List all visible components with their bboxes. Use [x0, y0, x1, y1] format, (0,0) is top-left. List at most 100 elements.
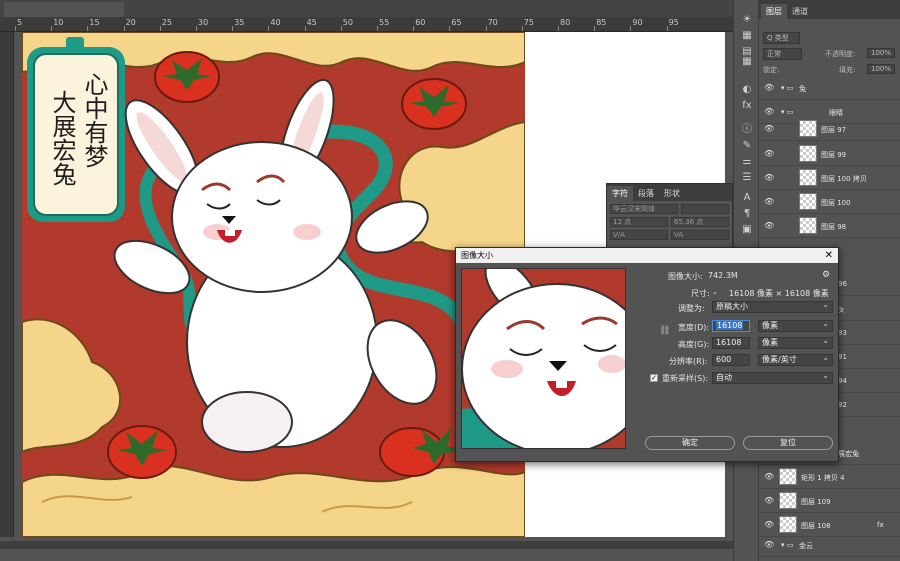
adjustments-icon[interactable]: ◐	[741, 84, 753, 96]
reset-button[interactable]: 复位	[743, 436, 833, 450]
persimmon-top-right	[401, 78, 467, 130]
eye-icon[interactable]: 👁	[764, 149, 774, 158]
layer-row[interactable]: 👁 矩形 1 拷贝 4	[759, 465, 900, 489]
blend-mode-select[interactable]: 正常	[763, 48, 802, 60]
folder-icon[interactable]: ▾ ▭	[781, 108, 793, 116]
fill-field[interactable]: 100%	[867, 64, 896, 74]
width-field[interactable]: 16108	[712, 320, 750, 332]
width-unit-select[interactable]: 像素	[758, 319, 833, 332]
preview-rabbit-svg	[462, 269, 625, 448]
ruler-tick-label: 85	[596, 18, 607, 27]
layer-row[interactable]: 👁 图层 100	[759, 190, 900, 214]
tab-shape[interactable]: 形状	[659, 186, 685, 201]
height-unit-select[interactable]: 像素	[758, 336, 833, 349]
tab-paragraph[interactable]: 段落	[633, 186, 659, 201]
ruler-tick-label: 45	[306, 18, 317, 27]
persimmon-top-left	[154, 51, 220, 103]
brush-icon[interactable]: ✎	[741, 140, 753, 152]
opacity-label: 不透明度:	[825, 50, 856, 58]
sliders-icon[interactable]: ⚌	[741, 156, 753, 168]
artwork-svg: 心中有梦 大展宏兔	[22, 32, 525, 537]
resolution-unit-select[interactable]: 像素/英寸	[758, 353, 833, 366]
ruler-tick	[87, 26, 89, 31]
layer-group-row[interactable]: 👁 ▾ ▭ 金云	[759, 533, 900, 557]
font-style-select[interactable]	[681, 204, 729, 214]
fx-icon[interactable]: fx	[877, 521, 884, 529]
layer-row[interactable]: 👁 图层 98	[759, 214, 900, 238]
ruler-tick-label: 65	[451, 18, 462, 27]
styles-icon[interactable]: fx	[741, 100, 753, 112]
link-icon[interactable]: ⛓	[659, 326, 670, 336]
opacity-field[interactable]: 100%	[867, 48, 896, 58]
ruler-tick	[15, 26, 16, 31]
font-size-field[interactable]: 12 点	[610, 217, 668, 227]
ruler-tick-label: 80	[560, 18, 571, 27]
ruler-tick-label: 35	[234, 18, 245, 27]
kerning-field[interactable]: V/A	[610, 230, 668, 240]
ruler-tick-label: 30	[198, 18, 209, 27]
folder-icon[interactable]: ▾ ▭	[781, 84, 793, 92]
image-size-label: 图像大小:	[668, 272, 703, 281]
eye-icon[interactable]: 👁	[764, 197, 774, 206]
ruler-tick-label: 20	[125, 18, 136, 27]
layer-name: 展宏兔	[838, 450, 859, 458]
eye-icon[interactable]: 👁	[764, 496, 774, 505]
fit-to-select[interactable]: 原稿大小	[712, 300, 833, 313]
swatches-icon[interactable]: ▦	[741, 30, 753, 42]
info-icon[interactable]: ⓘ	[741, 124, 753, 136]
layer-filter-select[interactable]: Q 类型	[763, 32, 800, 44]
chevron-down-icon[interactable]: ⌄	[712, 288, 718, 296]
close-icon[interactable]: ✕	[825, 248, 833, 263]
poem-column-1: 心中有梦	[80, 72, 108, 168]
resolution-field[interactable]: 600	[712, 354, 750, 366]
folder-icon[interactable]: ▾ ▭	[781, 541, 793, 549]
eye-icon[interactable]: 👁	[764, 124, 774, 133]
image-preview[interactable]	[461, 268, 626, 449]
layer-name: 图层 99	[821, 151, 847, 159]
layer-thumbnail	[799, 217, 817, 234]
layer-thumbnail	[779, 516, 797, 533]
properties-icon[interactable]: ☰	[741, 172, 753, 184]
eye-icon[interactable]: 👁	[764, 472, 774, 481]
glyphs-icon[interactable]: ▣	[741, 224, 753, 236]
height-label: 高度(G):	[678, 340, 710, 349]
layer-group-row[interactable]: 👁 ▾ ▭ 兔	[759, 76, 900, 100]
eye-icon[interactable]: 👁	[764, 107, 774, 116]
layer-row[interactable]: 👁 图层 99	[759, 142, 900, 166]
ruler-tick	[196, 26, 197, 31]
height-field[interactable]: 16108	[712, 337, 750, 349]
eye-icon[interactable]: 👁	[764, 173, 774, 182]
gear-icon[interactable]: ⚙	[822, 270, 830, 280]
resample-select[interactable]: 自动	[712, 371, 833, 384]
ruler-tick-label: 55	[379, 18, 390, 27]
layer-thumbnail	[779, 468, 797, 485]
eye-icon[interactable]: 👁	[764, 520, 774, 529]
ruler-tick-label: 10	[53, 18, 64, 27]
eye-icon[interactable]: 👁	[764, 83, 774, 92]
layer-row[interactable]: 👁 图层 97	[759, 117, 900, 141]
tracking-field[interactable]: VA	[671, 230, 729, 240]
ok-button[interactable]: 确定	[645, 436, 735, 450]
resample-checkbox[interactable]: ✓	[650, 374, 658, 382]
horizontal-scrollbar[interactable]	[0, 541, 733, 549]
character-icon[interactable]: A	[741, 192, 753, 204]
layer-name: 92	[838, 401, 847, 409]
paragraph-icon[interactable]: ¶	[741, 208, 753, 220]
eye-icon[interactable]: 👁	[764, 540, 774, 549]
document-tab[interactable]	[4, 2, 124, 17]
font-family-select[interactable]: 华云汉宋简体	[610, 204, 678, 214]
document-tab-bar	[0, 0, 733, 17]
color-icon[interactable]: ☀	[741, 14, 753, 26]
layer-name: 图层 98	[821, 223, 847, 231]
eye-icon[interactable]: 👁	[764, 221, 774, 230]
persimmon-bottom-left	[107, 425, 177, 479]
patterns-icon[interactable]: ▦	[741, 56, 753, 68]
tab-layers[interactable]: 图层	[761, 4, 787, 19]
layer-name: 93	[838, 329, 847, 337]
tab-channels[interactable]: 通道	[787, 4, 813, 19]
layer-row[interactable]: 👁 图层 109	[759, 489, 900, 513]
tab-character[interactable]: 字符	[607, 186, 633, 201]
leading-field[interactable]: 65.36 点	[671, 217, 729, 227]
layer-row[interactable]: 👁 图层 100 拷贝	[759, 166, 900, 190]
dialog-title-bar[interactable]: 图像大小 ✕	[456, 248, 838, 263]
